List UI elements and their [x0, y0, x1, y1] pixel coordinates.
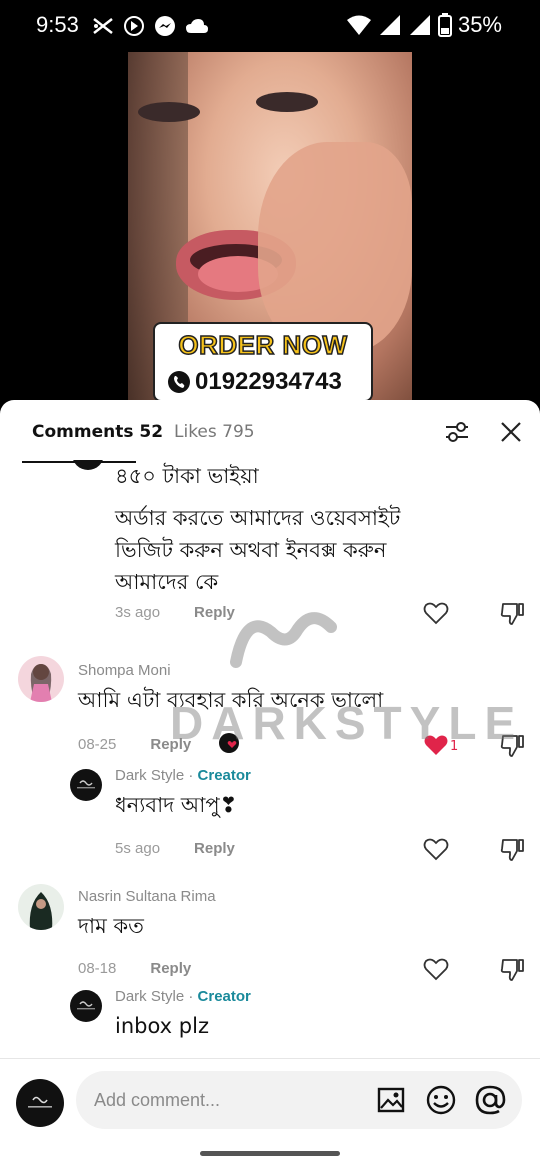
my-avatar — [16, 1079, 64, 1127]
heart-filled-icon[interactable] — [423, 732, 449, 758]
avatar-image — [29, 892, 53, 930]
sync-icon — [124, 16, 144, 36]
thumbs-down-icon[interactable] — [499, 600, 525, 626]
status-notification-icons — [92, 15, 209, 37]
avatar[interactable] — [18, 884, 64, 930]
comment-text-line: ৪৫০ টাকা ভাইয়া — [115, 464, 259, 488]
heart-icon[interactable] — [423, 600, 449, 626]
video-frame-shape — [256, 92, 318, 112]
creator-badge: Creator — [197, 767, 251, 784]
signal-icon — [409, 15, 430, 35]
scissors-icon — [93, 18, 113, 34]
thumbs-down-icon[interactable] — [499, 836, 525, 862]
image-icon[interactable] — [374, 1083, 408, 1117]
order-now-text: ORDER NOW — [178, 329, 348, 361]
comment-author[interactable]: Dark Style — [115, 767, 184, 784]
phone-icon — [168, 371, 190, 393]
sheet-header: Comments 52 Likes 795 — [0, 400, 540, 464]
comment-composer — [0, 1058, 540, 1170]
thumbs-down-icon[interactable] — [499, 732, 525, 758]
comment-author-row: Dark Style · Creator — [115, 988, 251, 1005]
messenger-icon — [155, 16, 175, 36]
comment-author[interactable]: Dark Style — [115, 988, 184, 1005]
status-bar: 9:53 35% — [0, 0, 540, 52]
signal-icon — [379, 15, 400, 35]
separator-dot: · — [184, 988, 198, 1005]
tab-likes[interactable]: Likes 795 — [174, 422, 255, 442]
comment-author[interactable]: Shompa Moni — [78, 662, 171, 679]
heart-icon[interactable] — [423, 836, 449, 862]
emoji-icon[interactable] — [424, 1083, 458, 1117]
comment-text: আমি এটা ব্যবহার করি অনেক ভালো — [78, 688, 384, 712]
comment-time: 08-25 — [78, 736, 117, 753]
comment-text: ধন্যবাদ আপু❣ — [115, 793, 238, 817]
heart-icon[interactable] — [423, 956, 449, 982]
reply-button[interactable]: Reply — [150, 960, 191, 977]
status-time: 9:53 — [36, 12, 79, 37]
comment-meta: 5s ago Reply — [115, 840, 235, 857]
status-right: 35% — [346, 12, 502, 38]
home-indicator — [200, 1151, 340, 1156]
darkstyle-logo-icon — [28, 1096, 52, 1108]
comment-text-line: অর্ডার করতে আমাদের ওয়েবসাইট — [115, 506, 401, 530]
thumbs-down-icon[interactable] — [499, 956, 525, 982]
comment-text-line: আমাদের কে — [115, 570, 219, 594]
comment-time: 08-18 — [78, 960, 117, 977]
darkstyle-logo-icon — [77, 1001, 95, 1010]
avatar-image — [30, 664, 52, 702]
reply-button[interactable]: Reply — [150, 736, 191, 753]
video-frame-shape — [138, 102, 200, 122]
comment-text: inbox plz — [115, 1014, 209, 1038]
comments-list[interactable]: ৪৫০ টাকা ভাইয়া অর্ডার করতে আমাদের ওয়েব… — [0, 460, 540, 1058]
avatar — [72, 460, 104, 470]
reply-button[interactable]: Reply — [194, 604, 235, 621]
comment-meta: 3s ago Reply — [115, 604, 235, 621]
comment-meta: 08-25 Reply — [78, 736, 191, 753]
video-frame-shape — [258, 142, 412, 352]
reply-button[interactable]: Reply — [194, 840, 235, 857]
comment-time: 3s ago — [115, 604, 161, 621]
comment-time: 5s ago — [115, 840, 161, 857]
darkstyle-logo-icon — [77, 780, 95, 789]
comment-text: দাম কত — [78, 914, 144, 938]
battery-icon — [437, 13, 452, 37]
comment-text-line: ভিজিট করুন অথবা ইনবক্স করুন — [115, 538, 387, 562]
comments-sheet: Comments 52 Likes 795 ৪৫০ টাকা ভাইয়া অর… — [0, 400, 540, 1170]
comment-author[interactable]: Nasrin Sultana Rima — [78, 888, 216, 905]
like-count: 1 — [450, 739, 459, 754]
comment-author-row: Dark Style · Creator — [115, 767, 251, 784]
battery-level: 35% — [457, 12, 502, 37]
tab-comments[interactable]: Comments 52 — [32, 422, 163, 442]
order-now-banner: ORDER NOW 01922934743 — [153, 322, 373, 402]
comment-input-wrap — [76, 1071, 522, 1129]
separator-dot: · — [184, 767, 198, 784]
cloud-icon — [186, 19, 208, 33]
wifi-icon — [346, 15, 371, 35]
comment-meta: 08-18 Reply — [78, 960, 191, 977]
avatar[interactable] — [70, 769, 102, 801]
order-phone: 01922934743 — [167, 368, 342, 396]
comment-input[interactable] — [94, 1083, 354, 1117]
close-icon[interactable] — [497, 418, 525, 446]
creator-liked-icon — [219, 733, 239, 753]
mention-icon[interactable] — [473, 1083, 507, 1117]
comment-text: ৪৫০ টাকা ভাইয়া অর্ডার করতে আমাদের ওয়েব… — [115, 460, 400, 598]
avatar[interactable] — [18, 656, 64, 702]
avatar[interactable] — [70, 990, 102, 1022]
creator-badge: Creator — [197, 988, 251, 1005]
filter-icon[interactable] — [443, 418, 471, 446]
order-phone-number: 01922934743 — [195, 368, 342, 395]
